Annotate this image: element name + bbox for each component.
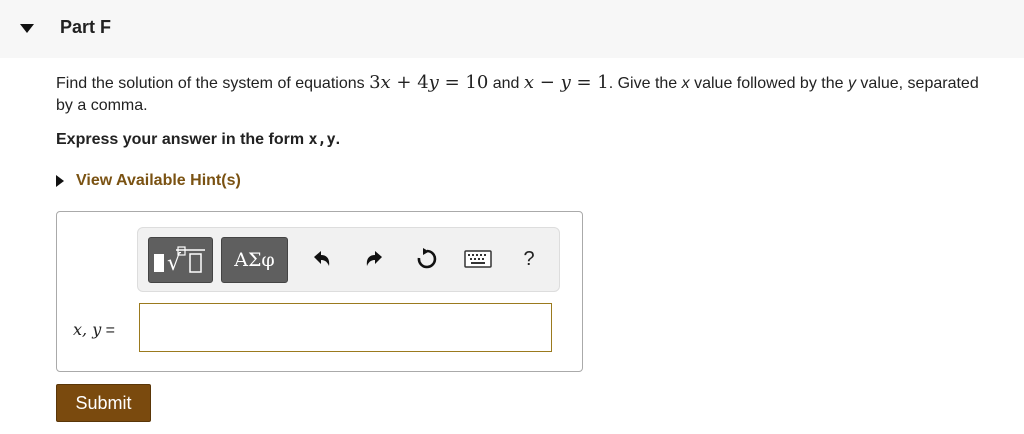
reset-icon[interactable]: [413, 246, 439, 272]
question-text-part: Find the solution of the system of equat…: [56, 75, 370, 92]
answer-label: x, y =: [73, 320, 116, 339]
answer-format-instruction: Express your answer in the form x,y.: [56, 130, 341, 148]
templates-button[interactable]: √: [148, 237, 213, 283]
equation-1: 3x + 4y = 10: [369, 72, 489, 93]
submit-button[interactable]: Submit: [56, 384, 151, 422]
answer-input[interactable]: [139, 303, 552, 352]
part-header: Part F: [0, 0, 1024, 58]
question-text: Find the solution of the system of equat…: [56, 72, 979, 114]
answer-box: √ ΑΣφ ? x, y =: [56, 211, 583, 372]
keyboard-icon[interactable]: [463, 246, 493, 272]
help-button[interactable]: ?: [516, 246, 542, 272]
view-hints-link[interactable]: View Available Hint(s): [56, 172, 241, 190]
collapse-caret-icon[interactable]: [20, 24, 34, 33]
x-variable: x: [681, 75, 690, 92]
math-toolbar: √ ΑΣφ ?: [137, 227, 560, 292]
y-variable: y: [847, 75, 856, 92]
symbols-button[interactable]: ΑΣφ: [221, 237, 288, 283]
expand-triangle-icon: [56, 175, 64, 187]
undo-icon[interactable]: [309, 246, 335, 272]
part-title: Part F: [60, 17, 112, 37]
templates-icon: √: [153, 246, 205, 276]
answer-form: x,y: [308, 130, 336, 148]
equation-2: x − y = 1: [523, 72, 609, 93]
redo-icon[interactable]: [361, 246, 387, 272]
hint-label: View Available Hint(s): [76, 172, 241, 189]
